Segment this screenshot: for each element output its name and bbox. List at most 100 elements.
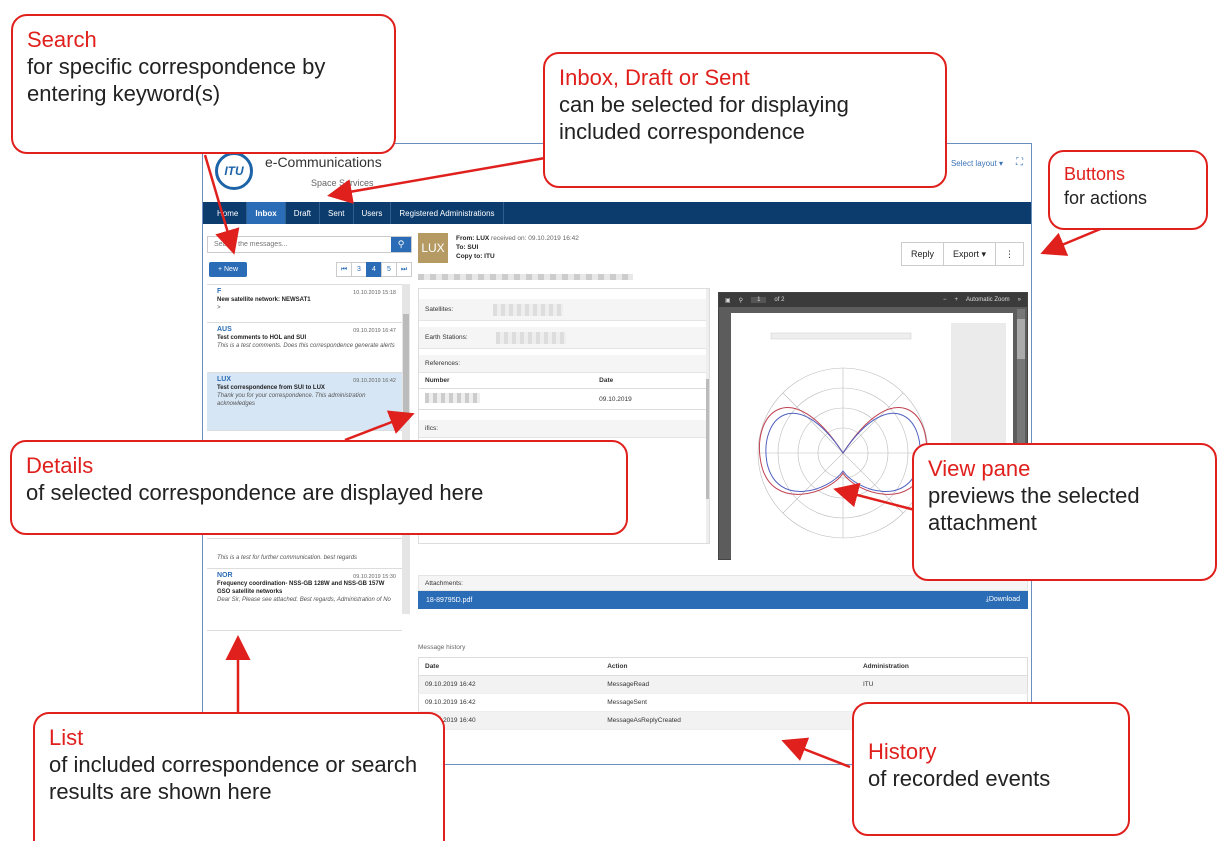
zoom-out-icon[interactable]: − <box>943 297 947 303</box>
history-header-action: Action <box>601 657 857 676</box>
history-header-administration: Administration <box>856 657 1028 676</box>
nav-users[interactable]: Users <box>354 202 392 224</box>
zoom-in-icon[interactable]: + <box>954 297 958 303</box>
fullscreen-icon[interactable]: ⛶ <box>1016 157 1023 168</box>
viewer-search-icon[interactable]: ⚲ <box>739 297 743 304</box>
viewer-page-number[interactable]: 1 <box>751 297 767 303</box>
history-action: MessageSent <box>601 693 857 712</box>
list-item[interactable]: F 10.10.2019 15:18 New satellite network… <box>207 285 402 323</box>
new-message-button[interactable]: + New <box>209 262 247 277</box>
callout-list-title: List <box>49 725 84 750</box>
msg-subject: New satellite network: NEWSAT1 <box>217 297 311 303</box>
from-label: From: LUX <box>456 235 490 242</box>
nav-registered-administrations[interactable]: Registered Administrations <box>391 202 504 224</box>
search-icon: ⚲ <box>397 239 405 249</box>
copy-label: Copy to: ITU <box>456 253 495 260</box>
msg-date: 09.10.2019 16:42 <box>353 378 396 384</box>
viewer-scroll-thumb[interactable] <box>1017 319 1025 359</box>
earth-stations-row: Earth Stations: <box>419 327 709 349</box>
export-button[interactable]: Export ▾ <box>942 242 996 266</box>
callout-details-text: of selected correspondence are displayed… <box>26 480 484 505</box>
list-item[interactable]: NOR 09.10.2019 15:30 Frequency coordinat… <box>207 569 402 631</box>
sidebar-toggle-icon[interactable]: ▣ <box>725 297 731 304</box>
callout-search: Search for specific correspondence by en… <box>11 14 396 154</box>
message-meta: From: LUX received on: 09.10.2019 16:42 … <box>456 234 579 261</box>
page-3-button[interactable]: 3 <box>351 262 367 277</box>
history-action: MessageAsReplyCreated <box>601 711 857 730</box>
viewer-page-count: of 2 <box>774 297 785 303</box>
download-button[interactable]: ⤓Download <box>986 596 1020 604</box>
zoom-select[interactable]: Automatic Zoom <box>966 297 1010 303</box>
table-row: 09.10.2019 16:42 MessageRead ITU <box>418 675 1028 694</box>
list-item[interactable]: AUS 09.10.2019 16:47 Test comments to HO… <box>207 323 402 373</box>
history-admin: ITU <box>856 675 1028 694</box>
search-box: ⚲ <box>207 236 412 253</box>
search-input[interactable] <box>208 237 391 252</box>
files-label: ifics: <box>419 420 709 438</box>
more-options-button[interactable]: ⋮ <box>995 242 1024 266</box>
list-item[interactable]: This is a test for further communication… <box>207 539 402 569</box>
callout-search-title: Search <box>27 27 97 52</box>
history-date: 09.10.2019 16:40 <box>418 711 602 730</box>
page-5-button[interactable]: 5 <box>381 262 397 277</box>
list-item-selected[interactable]: LUX 09.10.2019 16:42 Test correspondence… <box>207 373 402 431</box>
ref-number-redacted <box>425 393 480 403</box>
pagination: ⏮ 3 4 5 ⏭ <box>336 262 412 277</box>
callout-viewpane-text: previews the selected attachment <box>928 483 1140 535</box>
satellites-row: Satellites: <box>419 299 709 321</box>
attachment-name[interactable]: 18-89795D.pdf <box>426 597 472 604</box>
nav-inbox[interactable]: Inbox <box>247 202 286 224</box>
nav-home[interactable]: Home <box>209 202 248 224</box>
download-label: Download <box>988 596 1020 603</box>
references-label: References: <box>419 355 709 373</box>
msg-preview: > <box>217 305 221 311</box>
msg-preview: This is a test for further communication… <box>217 555 358 561</box>
callout-inbox-title: Inbox, Draft or Sent <box>559 65 750 90</box>
references-table: Number Date 09.10.2019 <box>419 373 709 410</box>
viewer-more-icon[interactable]: » <box>1018 297 1021 303</box>
sender-avatar: LUX <box>418 233 448 263</box>
callout-details: Details of selected correspondence are d… <box>10 440 628 535</box>
callout-buttons-text: for actions <box>1064 188 1148 208</box>
received-label: received on: 09.10.2019 16:42 <box>491 235 579 242</box>
last-page-button[interactable]: ⏭ <box>396 262 412 277</box>
search-button[interactable]: ⚲ <box>391 237 411 252</box>
callout-viewpane: View pane previews the selected attachme… <box>912 443 1217 581</box>
list-scroll-thumb[interactable] <box>403 314 409 414</box>
earth-stations-value <box>495 331 566 344</box>
ref-date: 09.10.2019 <box>593 388 709 410</box>
callout-list-text: of included correspondence or search res… <box>49 752 418 804</box>
select-layout-dropdown[interactable]: Select layout ▾ <box>951 159 1003 168</box>
history-action: MessageRead <box>601 675 857 694</box>
msg-date: 09.10.2019 15:30 <box>353 574 396 580</box>
msg-date: 10.10.2019 15:18 <box>353 290 396 296</box>
callout-list: List of included correspondence or searc… <box>33 712 445 841</box>
action-buttons: Reply Export ▾ ⋮ <box>900 242 1024 266</box>
details-scrollbar[interactable] <box>706 289 709 543</box>
callout-inbox-text: can be selected for displaying included … <box>559 92 849 144</box>
nav-draft[interactable]: Draft <box>286 202 321 224</box>
callout-history-text: of recorded events <box>868 766 1051 791</box>
msg-date: 09.10.2019 16:47 <box>353 328 396 334</box>
callout-history: History of recorded events <box>852 702 1130 836</box>
callout-buttons: Buttons for actions <box>1048 150 1208 230</box>
ref-header-number: Number <box>419 373 594 389</box>
msg-preview: This is a test comments. Does this corre… <box>217 343 395 349</box>
history-date: 09.10.2019 16:42 <box>418 693 602 712</box>
history-date: 09.10.2019 16:42 <box>418 675 602 694</box>
satellites-label: Satellites: <box>425 306 454 313</box>
history-title: Message history <box>418 644 466 651</box>
msg-subject: Test correspondence from SUI to LUX <box>217 385 325 391</box>
to-label: To: SUI <box>456 244 479 251</box>
callout-details-title: Details <box>26 453 94 478</box>
first-page-button[interactable]: ⏮ <box>336 262 352 277</box>
reply-button[interactable]: Reply <box>900 242 944 266</box>
app-subtitle: Space Services <box>311 178 374 188</box>
nav-sent[interactable]: Sent <box>320 202 354 224</box>
attachment-row[interactable]: 18-89795D.pdf ⤓Download <box>418 591 1028 609</box>
callout-inbox: Inbox, Draft or Sent can be selected for… <box>543 52 947 188</box>
satellites-value <box>493 303 564 316</box>
details-scroll-thumb[interactable] <box>706 379 709 499</box>
callout-search-text: for specific correspondence by entering … <box>27 54 326 106</box>
page-4-button[interactable]: 4 <box>366 262 382 277</box>
